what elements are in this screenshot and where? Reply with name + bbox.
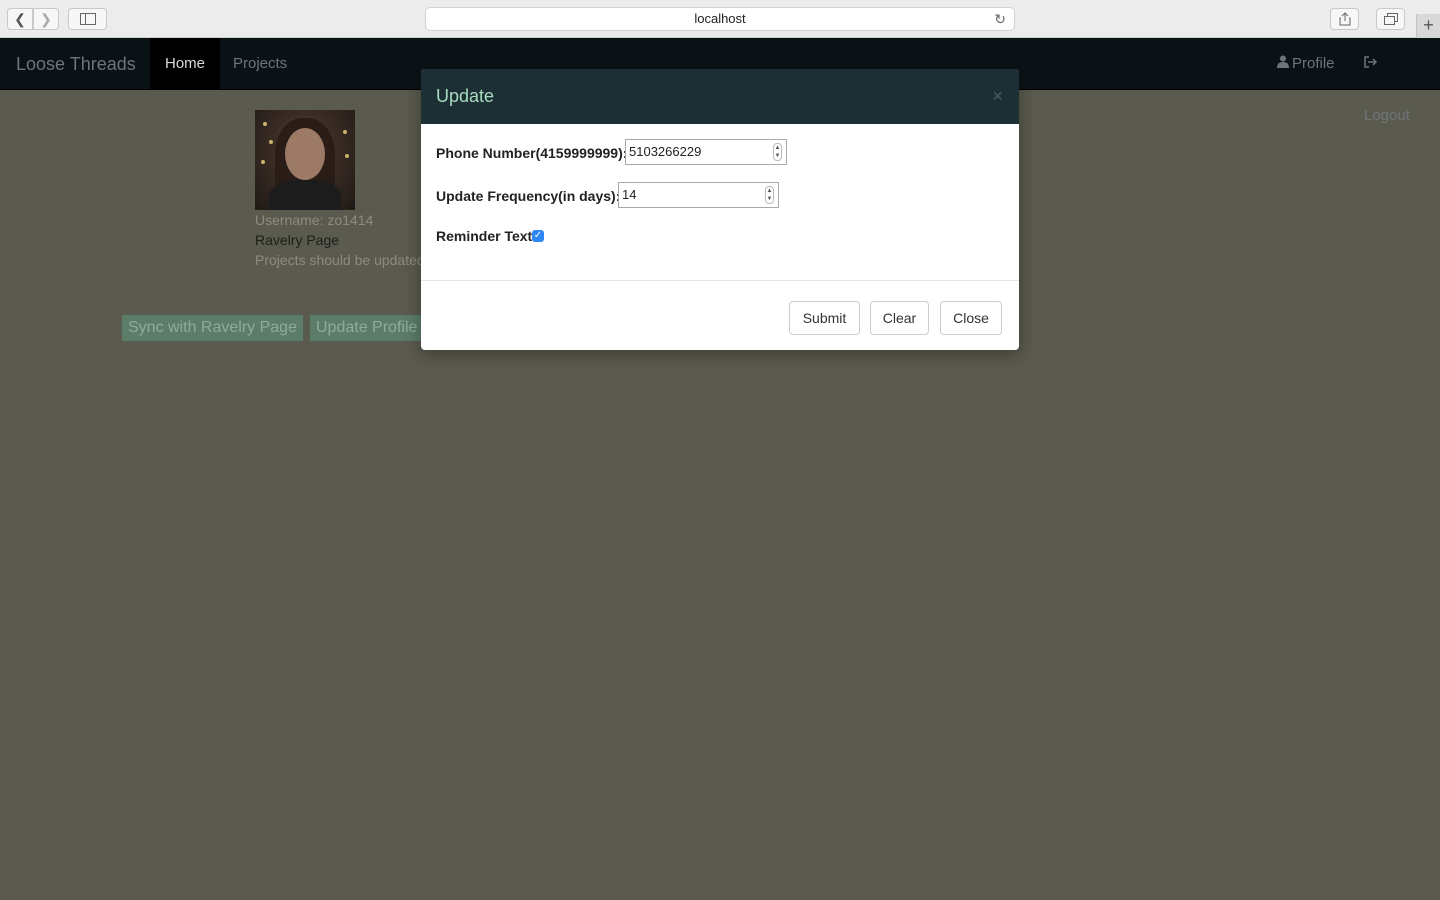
tabs-icon: [1383, 13, 1398, 25]
username-text: Username: zo1414: [255, 212, 374, 228]
phone-label: Phone Number(4159999999):: [436, 145, 628, 161]
checkmark-icon: ✓: [533, 230, 543, 241]
nav-projects[interactable]: Projects: [218, 38, 302, 90]
nav-logout-label: Logout: [1364, 107, 1410, 124]
back-button[interactable]: ❮: [7, 8, 33, 30]
brand-logo[interactable]: Loose Threads: [16, 38, 136, 90]
share-icon: [1339, 12, 1350, 26]
phone-stepper-icon[interactable]: ▲ ▼: [773, 143, 782, 161]
logout-icon: [1364, 38, 1378, 90]
profile-photo: [255, 110, 355, 210]
modal-title: Update: [436, 86, 495, 106]
phone-value: 5103266229: [629, 144, 702, 159]
plus-icon: +: [1423, 15, 1434, 35]
nav-profile-label: Profile: [1292, 55, 1335, 72]
nav-profile[interactable]: Profile: [1262, 38, 1350, 90]
url-text: localhost: [694, 11, 746, 26]
chevron-right-icon: ❯: [40, 10, 52, 27]
nav-home[interactable]: Home: [150, 38, 221, 90]
clear-button[interactable]: Clear: [870, 301, 929, 335]
reload-icon[interactable]: ↻: [994, 8, 1006, 30]
sidebar-toggle-button[interactable]: [68, 8, 107, 30]
reminder-checkbox[interactable]: ✓: [532, 230, 544, 242]
modal-body: Phone Number(4159999999): 5103266229 ▲ ▼ …: [421, 124, 1019, 281]
nav-logout[interactable]: Logout: [1349, 38, 1440, 124]
close-button[interactable]: Close: [940, 301, 1002, 335]
ravelry-page-link[interactable]: Ravelry Page: [255, 232, 339, 248]
frequency-label: Update Frequency(in days):: [436, 188, 621, 204]
phone-input[interactable]: 5103266229 ▲ ▼: [625, 139, 787, 165]
forward-button[interactable]: ❯: [33, 8, 59, 30]
modal-footer: Submit Clear Close: [421, 281, 1019, 350]
chevron-left-icon: ❮: [14, 10, 26, 27]
share-button[interactable]: [1330, 8, 1359, 30]
sync-ravelry-button[interactable]: Sync with Ravelry Page: [122, 315, 303, 341]
frequency-input[interactable]: 14 ▲ ▼: [618, 182, 779, 208]
address-bar[interactable]: localhost ↻: [425, 7, 1015, 31]
modal-header: Update ×: [421, 69, 1019, 124]
update-profile-button[interactable]: Update Profile: [310, 315, 422, 341]
submit-button[interactable]: Submit: [789, 301, 860, 335]
tab-overview-button[interactable]: [1376, 8, 1405, 30]
projects-note: Projects should be updated: [255, 252, 425, 268]
update-modal: Update × Phone Number(4159999999): 51032…: [421, 69, 1019, 350]
browser-toolbar: ❮ ❯ localhost ↻ +: [0, 0, 1440, 38]
reminder-label: Reminder Text: [436, 228, 533, 244]
new-tab-button[interactable]: +: [1416, 14, 1440, 38]
user-icon: [1277, 38, 1289, 90]
close-icon[interactable]: ×: [992, 86, 1003, 106]
frequency-value: 14: [622, 187, 637, 202]
sidebar-icon: [79, 13, 96, 25]
frequency-stepper-icon[interactable]: ▲ ▼: [765, 186, 774, 204]
